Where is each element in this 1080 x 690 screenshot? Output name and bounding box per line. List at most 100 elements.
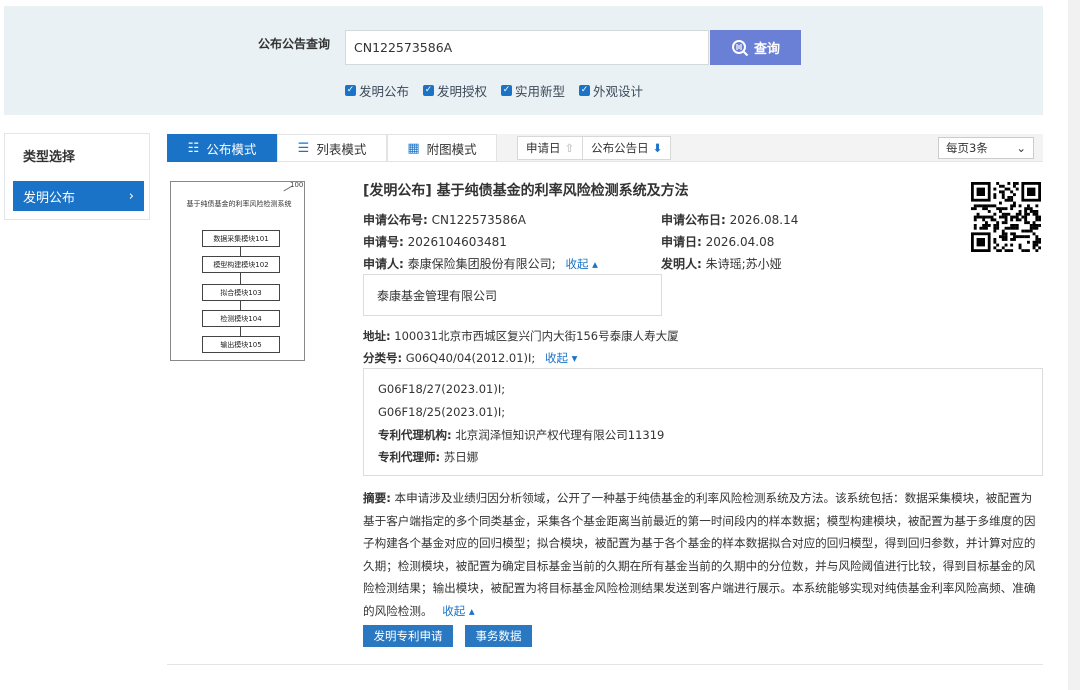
field-label: 发明人: (661, 257, 702, 271)
type-item-invention-publication[interactable]: 发明公布 › (13, 181, 144, 211)
field-label: 申请日: (661, 235, 702, 249)
affairs-data-button[interactable]: 事务数据 (465, 625, 532, 647)
search-button-label: 查询 (753, 42, 780, 57)
sort-label: 公布公告日 (591, 141, 649, 155)
arrow-down-icon: ⬇ (652, 141, 663, 155)
tab-label: 列表模式 (316, 141, 367, 157)
field-label: 专利代理师: (378, 450, 441, 464)
list-icon: ☰ (297, 140, 310, 156)
tab-label: 附图模式 (426, 141, 477, 157)
type-selector-title: 类型选择 (23, 150, 76, 165)
divider (167, 664, 1043, 665)
field-label: 申请公布号: (363, 213, 428, 227)
field-value: 100031北京市西城区复兴门内大街156号泰康人寿大厦 (394, 329, 679, 343)
chevron-right-icon: › (128, 188, 134, 204)
field-label: 地址: (363, 329, 391, 343)
figure-box: 输出模块105 (202, 336, 280, 353)
figure-connector (240, 301, 241, 310)
class-code: G06F18/27(2023.01)I; (378, 382, 506, 396)
filter-label: 发明授权 (437, 84, 488, 99)
grid-list-icon: ☷ (187, 140, 200, 156)
field-value: 泰康保险集团股份有限公司; (407, 257, 556, 271)
filter-invention-publication[interactable]: ✓ 发明公布 (345, 81, 409, 100)
chevron-down-icon: ⌄ (1016, 141, 1026, 155)
search-icon (731, 39, 749, 56)
search-input[interactable] (345, 30, 709, 65)
field-value: 2026.04.08 (705, 235, 775, 249)
field-value: G06Q40/04(2012.01)I; (405, 351, 536, 365)
page-scrollbar[interactable] (1068, 0, 1080, 690)
filter-invention-grant[interactable]: ✓ 发明授权 (423, 81, 487, 100)
figure-connector (240, 327, 241, 336)
field-agent: 专利代理师: 苏日娜 (378, 449, 478, 465)
field-value: 北京润泽恒知识产权代理有限公司11319 (455, 428, 665, 442)
abstract: 摘要: 本申请涉及业绩归因分析领域，公开了一种基于纯债基金的利率风险检测系统及方… (363, 487, 1043, 622)
filter-utility-model[interactable]: ✓ 实用新型 (501, 81, 565, 100)
figure-box: 模型构建模块102 (202, 256, 280, 273)
field-label: 申请人: (363, 257, 404, 271)
per-page-value: 每页3条 (946, 141, 988, 155)
classification-expanded-box: G06F18/27(2023.01)I; G06F18/25(2023.01)I… (363, 368, 1043, 476)
sort-by-application-date[interactable]: 申请日 ⇧ (518, 137, 584, 159)
search-label: 公布公告查询 (258, 37, 331, 51)
filter-label: 实用新型 (515, 84, 566, 99)
field-value: 2026104603481 (407, 235, 507, 249)
tab-figure-mode[interactable]: ▦ 附图模式 (387, 134, 497, 162)
field-value: 朱诗瑶;苏小娅 (705, 257, 782, 271)
invention-application-button[interactable]: 发明专利申请 (363, 625, 453, 647)
sort-group: 申请日 ⇧ 公布公告日 ⬇ (517, 136, 672, 160)
field-publication-date: 申请公布日: 2026.08.14 (661, 211, 798, 228)
tab-label: 公布模式 (206, 141, 257, 157)
abstract-label: 摘要: (363, 491, 391, 505)
figure-connector (240, 247, 241, 256)
field-value: CN122573586A (431, 213, 526, 227)
checkbox-checked-icon[interactable]: ✓ (579, 85, 591, 96)
arrow-up-icon: ⇧ (564, 141, 575, 155)
field-value: 2026.08.14 (729, 213, 799, 227)
search-panel: 公布公告查询 查询 ✓ 发明公布 ✓ 发明授权 ✓ 实用新型 ✓ 外观设计 (4, 6, 1043, 115)
figure-tag: 100 (290, 181, 304, 189)
sort-by-publication-date[interactable]: 公布公告日 ⬇ (583, 137, 670, 159)
field-label: 分类号: (363, 351, 403, 365)
field-applicant: 申请人: 泰康保险集团股份有限公司; 收起 ▴ (363, 255, 598, 272)
search-button[interactable]: 查询 (710, 30, 801, 65)
figure-box: 数据采集模块101 (202, 230, 280, 247)
sort-label: 申请日 (526, 141, 561, 155)
field-publication-number: 申请公布号: CN122573586A (363, 211, 526, 228)
figure-box: 检测模块104 (202, 310, 280, 327)
tab-list-mode[interactable]: ☰ 列表模式 (277, 134, 387, 162)
per-page-select[interactable]: 每页3条 ⌄ (938, 137, 1034, 159)
tile-icon: ▦ (407, 140, 420, 156)
class-code: G06F18/25(2023.01)I; (378, 405, 506, 419)
applicant-collapse-link[interactable]: 收起 ▴ (566, 257, 598, 271)
record-title[interactable]: [发明公布] 基于纯债基金的利率风险检测系统及方法 (363, 180, 689, 200)
field-label: 申请公布日: (661, 213, 726, 227)
figure-title: 基于纯债基金的利率风险检测系统 (186, 200, 292, 208)
classification-collapse-link[interactable]: 收起 ▾ (545, 351, 577, 365)
field-address: 地址: 100031北京市西城区复兴门内大街156号泰康人寿大厦 (363, 328, 679, 344)
checkbox-checked-icon[interactable]: ✓ (423, 85, 435, 96)
patent-figure-thumbnail[interactable]: 100 基于纯债基金的利率风险检测系统 数据采集模块101 模型构建模块102 … (170, 181, 305, 361)
applicant-expanded-box: 泰康基金管理有限公司 (363, 274, 662, 316)
filter-design[interactable]: ✓ 外观设计 (579, 81, 643, 100)
filter-label: 外观设计 (593, 84, 644, 99)
field-label: 专利代理机构: (378, 428, 452, 442)
abstract-collapse-link[interactable]: 收起 ▴ (442, 604, 474, 618)
qr-code (971, 182, 1042, 253)
field-inventor: 发明人: 朱诗瑶;苏小娅 (661, 255, 782, 272)
checkbox-checked-icon[interactable]: ✓ (501, 85, 513, 96)
field-label: 申请号: (363, 235, 404, 249)
figure-connector (240, 273, 241, 284)
abstract-text: 本申请涉及业绩归因分析领域，公开了一种基于纯债基金的利率风险检测系统及方法。该系… (363, 491, 1036, 618)
tab-publication-mode[interactable]: ☷ 公布模式 (167, 134, 277, 162)
field-classification: 分类号: G06Q40/04(2012.01)I; 收起 ▾ (363, 350, 577, 366)
checkbox-checked-icon[interactable]: ✓ (345, 85, 356, 96)
view-toolbar: ☷ 公布模式 ☰ 列表模式 ▦ 附图模式 申请日 ⇧ 公布公告日 ⬇ 每页3条 … (167, 134, 1043, 162)
field-value: 苏日娜 (443, 450, 479, 464)
type-item-label: 发明公布 (23, 190, 76, 206)
type-filters: ✓ 发明公布 ✓ 发明授权 ✓ 实用新型 ✓ 外观设计 (345, 81, 643, 100)
type-selector-panel: 类型选择 发明公布 › (4, 133, 150, 220)
figure-box: 拟合模块103 (202, 284, 280, 301)
field-application-number: 申请号: 2026104603481 (363, 233, 507, 250)
field-agency: 专利代理机构: 北京润泽恒知识产权代理有限公司11319 (378, 427, 664, 443)
